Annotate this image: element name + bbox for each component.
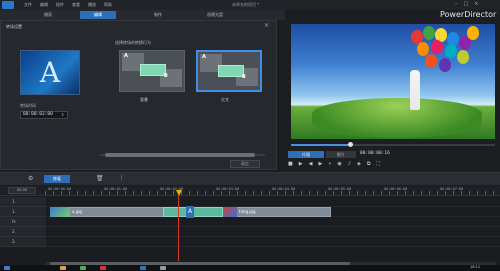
option-crossfade-label: 交叉 [221, 97, 229, 102]
playback-controls: ■ ▶ ◀ ▶ » ◉ ♪ ◈ ⧉ ⛶ [288, 161, 380, 167]
prev-frame-icon[interactable]: ◀ [309, 161, 313, 167]
timeline-zoom[interactable]: 00:00 [8, 187, 36, 194]
fullscreen-icon[interactable]: ⛶ [376, 161, 380, 167]
clip-a-letter: A [124, 53, 128, 59]
taskbar-app-icon[interactable] [140, 266, 146, 270]
ok-button[interactable]: 确定 [230, 160, 260, 168]
balloon-image [439, 58, 451, 72]
balloon-image [445, 44, 457, 58]
tick-label: 00:00:03:00 [216, 187, 240, 191]
edit-toolbar [0, 172, 500, 185]
menu-edit[interactable]: 编辑 [40, 2, 48, 8]
thumbnail-letter: A [39, 56, 61, 89]
snapshot-icon[interactable]: ◉ [337, 161, 341, 167]
3d-icon[interactable]: ◈ [357, 161, 361, 167]
track-header[interactable]: 2. [0, 237, 46, 247]
fast-forward-icon[interactable]: » [328, 161, 331, 167]
menu-help[interactable]: 帮助 [104, 2, 112, 8]
start-icon[interactable] [4, 266, 10, 270]
duration-value[interactable]: 00:00:02:00 [23, 112, 53, 117]
taskbar-app-icon[interactable] [100, 266, 106, 270]
option-crossfade[interactable]: A B [196, 50, 262, 92]
stop-icon[interactable]: ■ [288, 161, 293, 167]
split-icon[interactable]: ┊ [120, 175, 123, 181]
panel-scrollbar-thumb[interactable] [105, 153, 255, 157]
project-name: 未命名的项目 * [232, 2, 260, 7]
window-controls: – □ × [455, 1, 478, 7]
clip-thumbnail [50, 207, 70, 217]
spinner-icon[interactable]: ⇕ [61, 112, 64, 117]
tab-capture[interactable]: 捕获 [38, 11, 58, 19]
close-icon[interactable]: × [474, 1, 478, 7]
tab-edit[interactable]: 编辑 [80, 11, 116, 19]
tick-label: 00:00:00:00 [48, 187, 72, 191]
undock-icon[interactable]: ⧉ [367, 161, 371, 167]
duration-label: 转场时间 [20, 103, 36, 108]
menu-view[interactable]: 查看 [72, 2, 80, 8]
play-icon[interactable]: ▶ [299, 161, 303, 167]
grass-field-image [312, 98, 482, 138]
track-header[interactable]: 1. [0, 197, 46, 207]
transition-block [218, 65, 244, 77]
track-lane[interactable] [46, 217, 500, 227]
taskbar-clock: 16:11 [470, 265, 481, 269]
track-header[interactable]: 2. [0, 227, 46, 237]
tab-create-disc[interactable]: 创建光盘 [200, 11, 230, 19]
transition-icon[interactable]: A [186, 206, 194, 218]
close-icon[interactable]: × [264, 22, 269, 29]
option-overlap-label: 重叠 [140, 97, 148, 102]
minimize-icon[interactable]: – [455, 1, 458, 7]
clip-label: timg.jpg [239, 209, 256, 214]
gear-icon[interactable]: ⚙ [28, 175, 33, 182]
tick-label: 00:00:04:00 [272, 187, 296, 191]
track-lane[interactable] [46, 237, 500, 247]
volume-icon[interactable]: ♪ [348, 161, 351, 167]
tick-label: 00:00:07:00 [440, 187, 464, 191]
clip-thumbnail [223, 207, 237, 217]
balloon-image [425, 54, 437, 68]
playhead-line [178, 196, 179, 261]
taskbar-app-icon[interactable] [60, 266, 66, 270]
clip-mode-button[interactable]: 片段 [288, 151, 324, 158]
os-taskbar [0, 265, 500, 271]
preview-timecode: 00:00:00:16 [360, 151, 390, 156]
clip-a-letter: A [202, 54, 206, 60]
option-overlap[interactable]: A B [119, 50, 185, 92]
tab-produce[interactable]: 制作 [148, 11, 168, 19]
tick-label: 00:00:06:00 [384, 187, 408, 191]
taskbar-app-icon[interactable] [80, 266, 86, 270]
preview-seek-progress [291, 144, 351, 146]
trash-icon[interactable]: 🗑 [96, 175, 104, 182]
track-lane[interactable] [46, 197, 500, 207]
menu-plugins[interactable]: 插件 [56, 2, 64, 8]
clip-label: a.jpg [72, 209, 82, 214]
movie-mode-button[interactable]: 影片 [326, 151, 356, 158]
clip-b-letter: B [164, 73, 168, 79]
clip-b-letter: B [242, 74, 246, 80]
transition-block [140, 64, 166, 76]
module-tabs: 捕获 编辑 制作 创建光盘 [0, 10, 285, 20]
balloon-image [423, 26, 435, 40]
behavior-label: 选择转场的转换行为 [115, 40, 151, 45]
panel-title: 转场设置 [6, 24, 22, 29]
dancer-figure [410, 70, 420, 110]
balloon-image [457, 50, 469, 64]
menu-file[interactable]: 文件 [24, 2, 32, 8]
fix-button[interactable]: 修复 [44, 175, 70, 183]
menu-play[interactable]: 播放 [88, 2, 96, 8]
menu-bar: 文件 编辑 插件 查看 播放 帮助 [24, 2, 112, 8]
track-header[interactable]: fx [0, 217, 46, 227]
brand-name: PowerDirector [440, 10, 497, 19]
maximize-icon[interactable]: □ [464, 1, 469, 7]
ruler-ticks [45, 191, 495, 195]
tick-label: 00:00:05:00 [328, 187, 352, 191]
tick-label: 00:00:01:00 [104, 187, 128, 191]
app-logo-icon[interactable] [2, 1, 14, 9]
next-frame-icon[interactable]: ▶ [318, 161, 322, 167]
balloon-image [467, 26, 479, 40]
balloon-image [431, 40, 443, 54]
track-header[interactable]: 1. [0, 207, 46, 217]
taskbar-app-icon[interactable] [160, 266, 166, 270]
track-lane[interactable] [46, 227, 500, 237]
